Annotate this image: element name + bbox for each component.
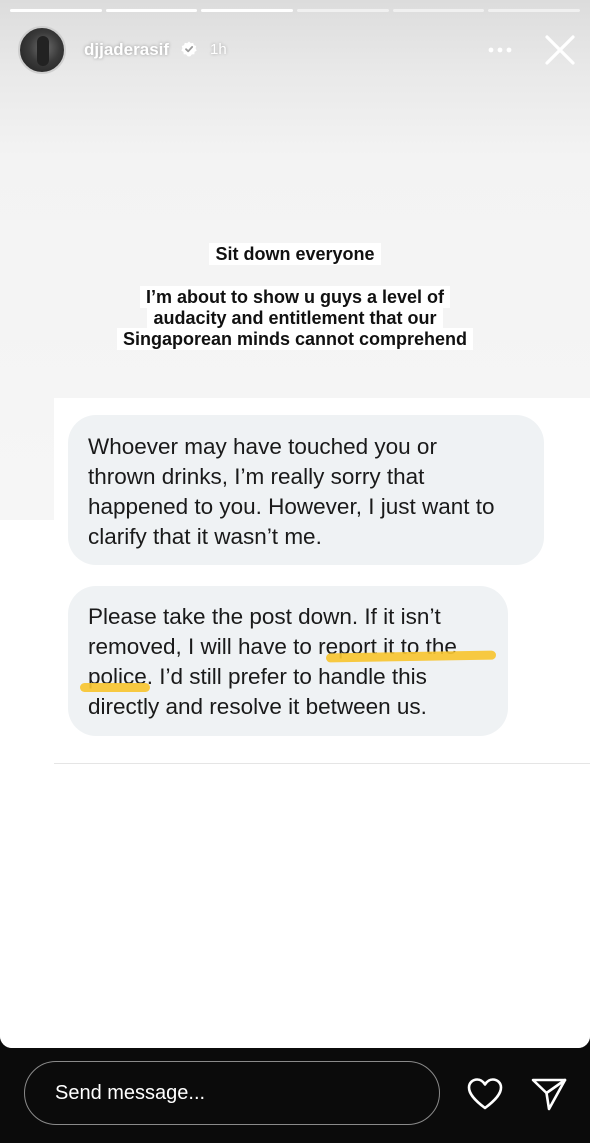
- progress-fill: [105, 9, 198, 12]
- avatar[interactable]: [18, 26, 66, 74]
- post-time: 1h: [210, 41, 227, 58]
- message-bubble: Whoever may have touched you or thrown d…: [68, 415, 544, 565]
- story-progress: [10, 9, 581, 12]
- highlight-mark: [80, 683, 150, 692]
- caption-body: I’m about to show u guys a level of auda…: [0, 286, 590, 350]
- message-text: Whoever may have touched you or thrown d…: [88, 434, 495, 549]
- send-icon[interactable]: [530, 1076, 568, 1112]
- progress-segment: [105, 9, 198, 12]
- message-text: Please take the post down. If it isn’t r…: [88, 604, 457, 719]
- progress-fill: [201, 9, 294, 12]
- send-message-input[interactable]: [24, 1061, 440, 1125]
- heart-icon[interactable]: [466, 1076, 504, 1112]
- caption-headline: Sit down everyone: [0, 243, 590, 265]
- caption-line: Sit down everyone: [209, 243, 381, 265]
- caption-line: Singaporean minds cannot comprehend: [116, 328, 474, 350]
- progress-fill: [10, 9, 102, 12]
- username[interactable]: djjaderasif: [84, 40, 169, 60]
- caption-line: I’m about to show u guys a level of: [139, 286, 451, 308]
- progress-segment: [10, 9, 102, 12]
- more-options-icon[interactable]: [486, 40, 514, 60]
- verified-badge-icon: [181, 41, 197, 57]
- caption-line: audacity and entitlement that our: [147, 307, 443, 329]
- close-icon[interactable]: [542, 32, 578, 68]
- message-bubble: Please take the post down. If it isn’t r…: [68, 586, 508, 736]
- progress-segment: [392, 9, 485, 12]
- progress-segment: [297, 9, 389, 12]
- story-viewer[interactable]: djjaderasif 1h Sit down everyone I’m abo…: [0, 0, 590, 1048]
- progress-segment: [488, 9, 581, 12]
- progress-segment: [201, 9, 294, 12]
